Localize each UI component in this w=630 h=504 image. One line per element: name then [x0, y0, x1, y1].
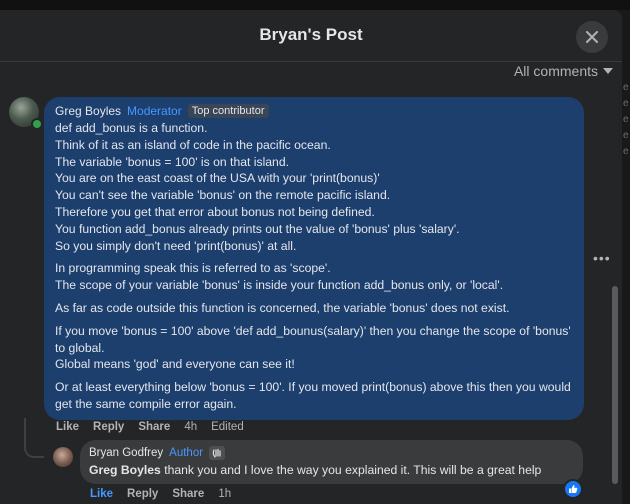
- comment-line: You can't see the variable 'bonus' on th…: [55, 188, 391, 203]
- top-contributor-badge: Top contributor: [187, 104, 269, 118]
- reply-author-line: Bryan Godfrey Author: [89, 446, 573, 460]
- avatar[interactable]: [53, 447, 73, 467]
- online-status-dot: [31, 118, 43, 130]
- dialog-title: Bryan's Post: [259, 25, 363, 44]
- comment-paragraph: In programming speak this is referred to…: [55, 260, 573, 294]
- wave-icon: [209, 446, 226, 460]
- reply-button[interactable]: Reply: [93, 421, 124, 433]
- close-button[interactable]: [576, 21, 608, 53]
- reply-button[interactable]: Reply: [127, 488, 158, 500]
- comment-line: Or at least everything below 'bonus = 10…: [55, 380, 571, 411]
- comment-line: def add_bonus is a function.: [55, 121, 208, 135]
- comment-bubble: Greg Boyles Moderator Top contributor de…: [44, 97, 584, 420]
- reply-thread-line: [24, 418, 44, 458]
- sort-label: All comments: [513, 63, 598, 79]
- comment-actions: Like Reply Share 4h Edited: [56, 421, 244, 433]
- reply-message: thank you and I love the way you explain…: [160, 463, 542, 477]
- comment-timestamp[interactable]: 4h: [184, 421, 197, 433]
- comment-paragraph: def add_bonus is a function. Think of it…: [55, 120, 573, 254]
- dialog-header: Bryan's Post: [0, 10, 622, 62]
- comment-text: def add_bonus is a function. Think of it…: [55, 120, 573, 413]
- reply-actions: Like Reply Share 1h: [90, 488, 231, 500]
- more-options-button[interactable]: •••: [593, 250, 611, 266]
- edited-label[interactable]: Edited: [211, 421, 244, 433]
- comment-line: Think of it as an island of code in the …: [55, 137, 331, 152]
- scrollbar-thumb[interactable]: [612, 286, 618, 484]
- comment-author[interactable]: Greg Boyles: [55, 104, 121, 118]
- comment-author-line: Greg Boyles Moderator Top contributor: [55, 103, 573, 119]
- comment-line: You function add_bonus already prints ou…: [55, 221, 460, 236]
- page-background: [0, 0, 630, 10]
- comment-paragraph: If you move 'bonus = 100' above 'def add…: [55, 323, 573, 373]
- share-button[interactable]: Share: [172, 488, 204, 500]
- like-button[interactable]: Like: [56, 421, 79, 433]
- author-badge: Author: [169, 447, 204, 459]
- comment-line: You are on the east coast of the USA wit…: [55, 171, 380, 186]
- more-dots-icon: •••: [593, 250, 611, 266]
- comment-line: So you simply don't need 'print(bonus)' …: [55, 238, 297, 253]
- comment-line: The scope of your variable 'bonus' is in…: [55, 278, 504, 293]
- comment-line: The variable 'bonus = 100' is on that is…: [55, 154, 289, 169]
- close-icon: [586, 31, 598, 43]
- like-reaction-icon: [569, 485, 578, 493]
- comment-line: If you move 'bonus = 100' above 'def add…: [55, 323, 571, 355]
- reply-timestamp[interactable]: 1h: [218, 488, 231, 500]
- comment-line: As far as code outside this function is …: [55, 300, 510, 315]
- reaction-count-button[interactable]: [563, 479, 583, 499]
- like-button[interactable]: Like: [90, 488, 113, 500]
- share-button[interactable]: Share: [138, 421, 170, 433]
- mention-link[interactable]: Greg Boyles: [89, 463, 161, 477]
- comment-line: Global means 'god' and everyone can see …: [55, 357, 295, 372]
- comment-sort-dropdown[interactable]: All comments: [514, 63, 614, 79]
- reply-author[interactable]: Bryan Godfrey: [89, 447, 163, 459]
- comment-paragraph: Or at least everything below 'bonus = 10…: [55, 379, 573, 413]
- comment-line: Therefore you get that error about bonus…: [55, 204, 375, 219]
- reply-text: Greg Boyles thank you and I love the way…: [89, 463, 573, 477]
- comment-paragraph: As far as code outside this function is …: [55, 300, 573, 317]
- comment-line: In programming speak this is referred to…: [55, 261, 331, 276]
- moderator-badge: Moderator: [127, 104, 182, 118]
- background-fragment: eeeee: [623, 82, 629, 157]
- reply-bubble: Bryan Godfrey Author Greg Boyles thank y…: [80, 440, 583, 484]
